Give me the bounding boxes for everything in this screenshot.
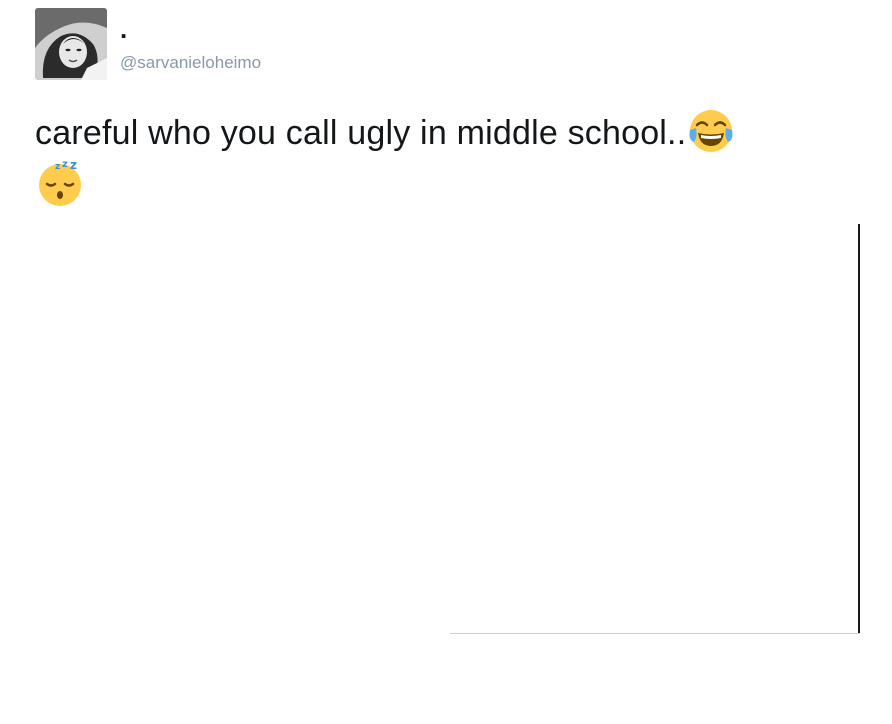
sleeping-face-icon: z z z: [35, 158, 85, 208]
svg-text:z: z: [62, 159, 68, 170]
svg-text:z: z: [70, 158, 77, 172]
media-border: [858, 224, 860, 634]
tweet-media[interactable]: [32, 214, 860, 634]
svg-text:z: z: [55, 162, 60, 172]
avatar-photo: [35, 8, 107, 80]
media-border-bottom: [450, 633, 860, 634]
user-handle[interactable]: @sarvanieloheimo: [120, 52, 261, 74]
display-name[interactable]: .: [120, 14, 127, 44]
face-with-tears-of-joy-icon: [686, 106, 736, 156]
tweet-text: careful who you call ugly in middle scho…: [35, 106, 855, 210]
tweet-text-content: careful who you call ugly in middle scho…: [35, 114, 687, 152]
avatar[interactable]: [35, 8, 107, 80]
